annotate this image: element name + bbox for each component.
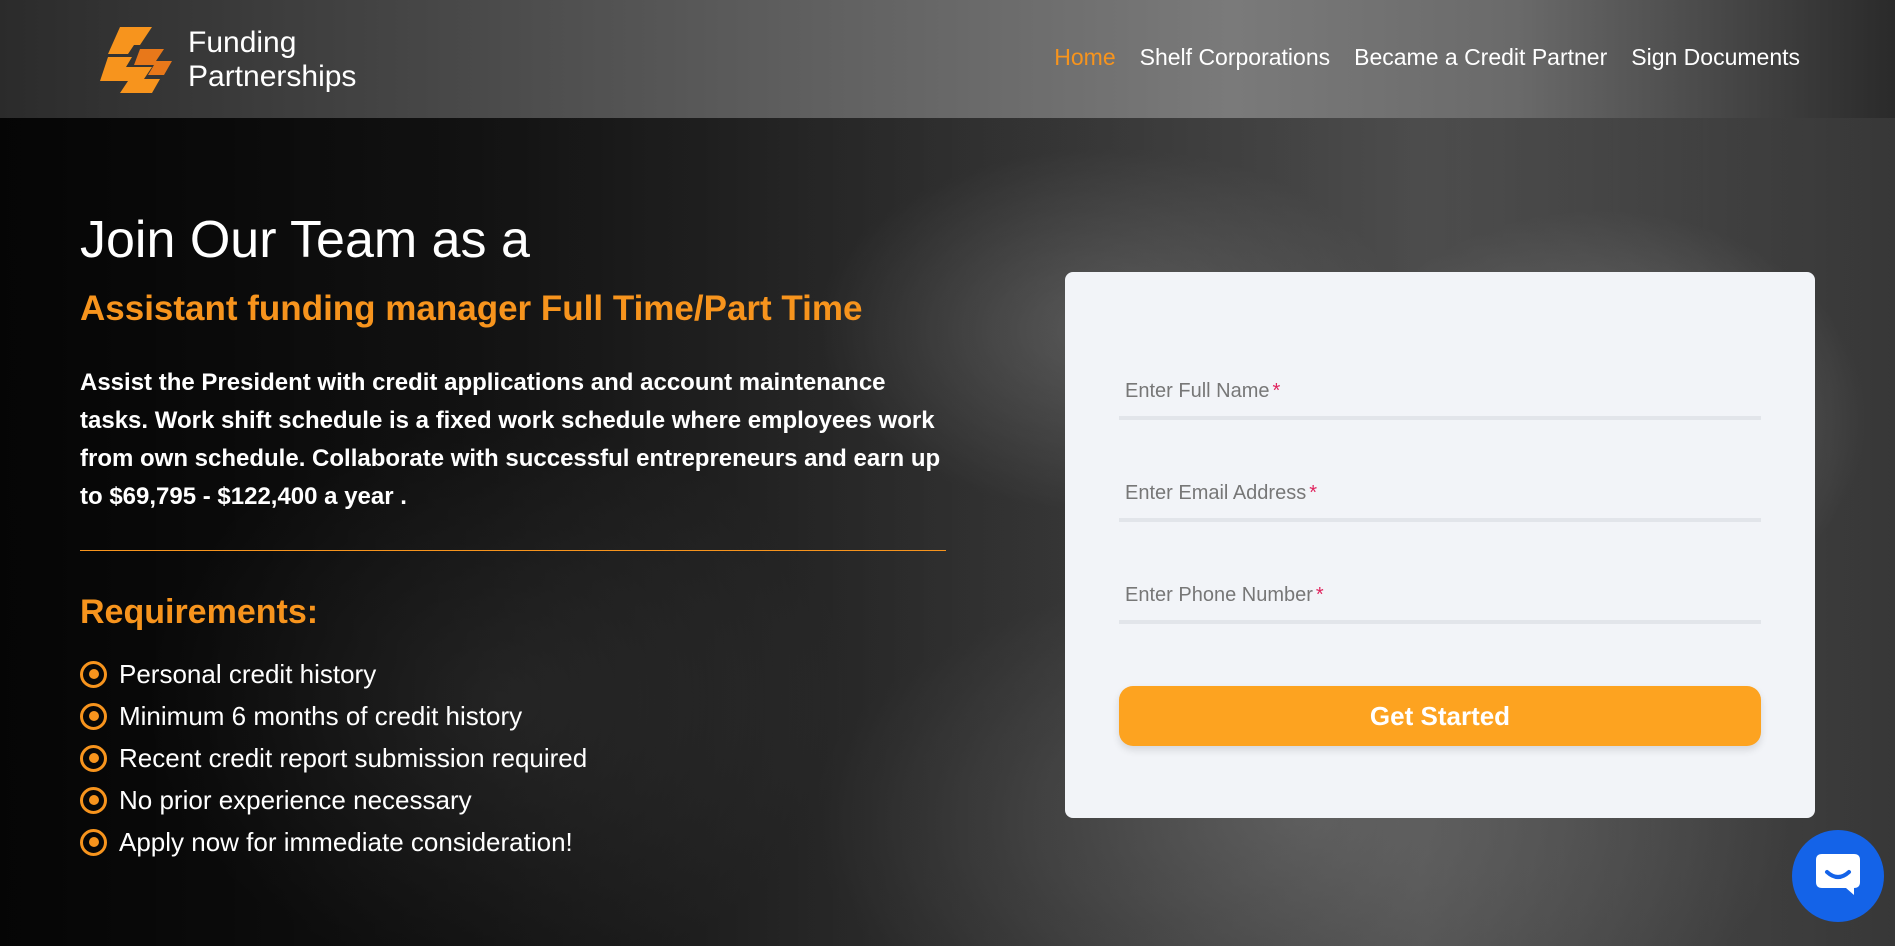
site-header: Funding Partnerships Home Shelf Corporat… xyxy=(0,0,1895,118)
requirement-text: No prior experience necessary xyxy=(119,784,472,815)
email-field: Enter Email Address * xyxy=(1119,464,1761,522)
logo-line-1: Funding xyxy=(188,25,297,59)
hero-subtitle: Assistant funding manager Full Time/Part… xyxy=(80,289,863,328)
circle-dot-icon xyxy=(80,828,107,856)
phone-input[interactable] xyxy=(1119,566,1761,620)
circle-dot-icon xyxy=(80,786,107,814)
requirements-title: Requirements: xyxy=(80,593,319,631)
circle-dot-icon xyxy=(80,660,107,688)
full-name-input[interactable] xyxy=(1119,362,1761,416)
requirement-text: Personal credit history xyxy=(119,658,377,689)
chat-bubble-icon xyxy=(1814,852,1862,901)
chat-launcher-button[interactable] xyxy=(1792,830,1884,922)
requirement-text: Recent credit report submission required xyxy=(119,742,588,773)
hero-title: Join Our Team as a xyxy=(80,211,530,269)
main-nav: Home Shelf Corporations Became a Credit … xyxy=(1054,44,1800,71)
circle-dot-icon xyxy=(80,702,107,730)
nav-sign-documents[interactable]: Sign Documents xyxy=(1631,44,1800,71)
logo-line-2: Partnerships xyxy=(188,59,357,93)
logo-text: Funding Partnerships xyxy=(188,26,356,94)
requirement-text: Minimum 6 months of credit history xyxy=(119,700,523,731)
requirements-list: Personal credit history Minimum 6 months… xyxy=(80,653,946,863)
hero-content: Join Our Team as a Assistant funding man… xyxy=(80,208,946,863)
nav-home[interactable]: Home xyxy=(1054,44,1115,71)
logo[interactable]: Funding Partnerships xyxy=(100,22,356,97)
circle-dot-icon xyxy=(80,744,107,772)
requirement-item: No prior experience necessary xyxy=(80,779,946,821)
section-divider xyxy=(80,550,946,551)
full-name-field: Enter Full Name * xyxy=(1119,362,1761,420)
requirement-item: Apply now for immediate consideration! xyxy=(80,821,946,863)
nav-became-credit-partner[interactable]: Became a Credit Partner xyxy=(1354,44,1607,71)
job-description: Assist the President with credit applica… xyxy=(80,369,941,510)
funding-partnerships-logo-icon xyxy=(100,26,172,93)
requirement-text: Apply now for immediate consideration! xyxy=(119,826,573,857)
email-input[interactable] xyxy=(1119,464,1761,518)
requirement-item: Minimum 6 months of credit history xyxy=(80,695,946,737)
nav-shelf-corporations[interactable]: Shelf Corporations xyxy=(1140,44,1331,71)
requirement-item: Recent credit report submission required xyxy=(80,737,946,779)
requirement-item: Personal credit history xyxy=(80,653,946,695)
signup-form-card: Enter Full Name * Enter Email Address * En… xyxy=(1065,272,1815,818)
get-started-button[interactable]: Get Started xyxy=(1119,686,1761,746)
phone-field: Enter Phone Number * xyxy=(1119,566,1761,624)
